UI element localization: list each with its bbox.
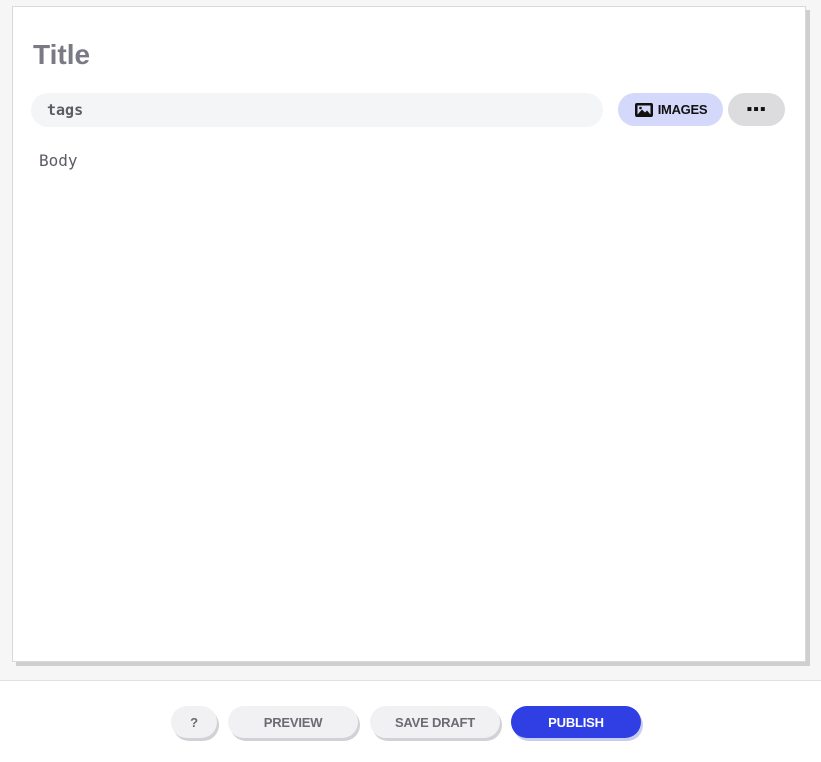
preview-button[interactable]: PREVIEW (228, 706, 358, 738)
tags-input[interactable] (31, 93, 603, 127)
images-button-label: IMAGES (657, 102, 708, 117)
editor-footer: ? PREVIEW SAVE DRAFT PUBLISH (0, 680, 821, 762)
body-textarea[interactable] (33, 145, 783, 645)
editor-card: IMAGES ▪▪▪ (12, 6, 806, 662)
images-button[interactable]: IMAGES (618, 93, 723, 126)
image-icon (634, 102, 654, 118)
editor-area: IMAGES ▪▪▪ (0, 0, 821, 680)
save-draft-button[interactable]: SAVE DRAFT (370, 706, 500, 738)
more-dots-icon: ▪▪▪ (746, 100, 767, 118)
publish-button[interactable]: PUBLISH (511, 706, 641, 738)
more-options-button[interactable]: ▪▪▪ (728, 93, 785, 126)
help-button[interactable]: ? (171, 706, 217, 738)
title-input[interactable] (33, 35, 533, 75)
